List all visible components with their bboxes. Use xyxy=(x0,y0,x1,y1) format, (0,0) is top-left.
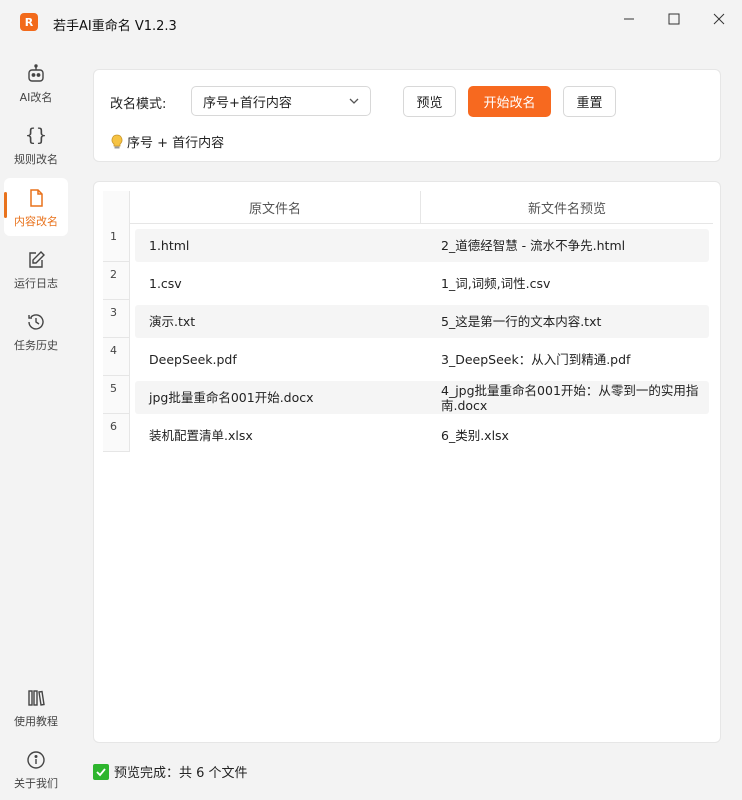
preview-button[interactable]: 预览 xyxy=(403,86,456,117)
table-row[interactable]: 装机配置清单.xlsx 6_类别.xlsx xyxy=(135,419,709,452)
mode-select[interactable]: 序号+首行内容 xyxy=(191,86,371,116)
sidebar-item-label: 使用教程 xyxy=(14,715,58,728)
app-logo: R xyxy=(20,13,38,31)
books-icon xyxy=(28,690,45,706)
mode-hint-text: 序号 + 首行内容 xyxy=(127,136,225,151)
title-bar: R 若手AI重命名 V1.2.3 xyxy=(0,0,742,36)
table-corner xyxy=(103,191,130,224)
mode-hint: 序号 + 首行内容 xyxy=(110,132,224,151)
start-rename-button[interactable]: 开始改名 xyxy=(468,86,551,117)
mode-select-value: 序号+首行内容 xyxy=(203,95,292,111)
active-indicator xyxy=(4,192,7,218)
sidebar-item-label: AI改名 xyxy=(19,91,53,104)
table-row[interactable]: 1.csv 1_词,词频,词性.csv xyxy=(135,267,709,300)
status-text: 预览完成：共 6 个文件 xyxy=(114,766,248,781)
minimize-button[interactable] xyxy=(606,6,652,32)
column-header-new[interactable]: 新文件名预览 xyxy=(421,191,713,224)
original-filename: 演示.txt xyxy=(149,314,196,329)
original-filename: 装机配置清单.xlsx xyxy=(149,428,253,443)
sidebar-item-label: 运行日志 xyxy=(14,277,58,290)
original-filename: jpg批量重命名001开始.docx xyxy=(149,390,314,405)
sidebar-item-run-log[interactable]: 运行日志 xyxy=(4,240,68,298)
new-filename-preview: 6_类别.xlsx xyxy=(441,428,509,443)
table-row[interactable]: jpg批量重命名001开始.docx 4_jpg批量重命名001开始：从零到一的… xyxy=(135,381,709,414)
row-number: 2 xyxy=(103,262,130,300)
column-header-original[interactable]: 原文件名 xyxy=(130,191,421,224)
new-filename-preview: 3_DeepSeek：从入门到精通.pdf xyxy=(441,352,631,367)
new-filename-preview: 1_词,词频,词性.csv xyxy=(441,276,551,291)
original-filename: DeepSeek.pdf xyxy=(149,352,237,367)
robot-icon xyxy=(28,64,44,82)
table-row[interactable]: 1.html 2_道德经智慧 - 流水不争先.html xyxy=(135,229,709,262)
maximize-button[interactable] xyxy=(651,6,697,32)
reset-button[interactable]: 重置 xyxy=(563,86,616,117)
status-bar: 预览完成：共 6 个文件 xyxy=(93,762,248,781)
sidebar-item-task-history[interactable]: 任务历史 xyxy=(4,302,68,360)
close-button[interactable] xyxy=(696,6,742,32)
table-row[interactable]: 演示.txt 5_这是第一行的文本内容.txt xyxy=(135,305,709,338)
row-number: 3 xyxy=(103,300,130,338)
mode-label: 改名模式: xyxy=(110,97,167,112)
row-number: 1 xyxy=(103,224,130,262)
check-icon xyxy=(93,763,109,780)
file-icon xyxy=(30,189,43,207)
new-filename-preview: 2_道德经智慧 - 流水不争先.html xyxy=(441,238,626,253)
minimize-icon xyxy=(624,18,634,20)
edit-icon xyxy=(29,251,45,268)
sidebar-item-tutorial[interactable]: 使用教程 xyxy=(4,678,68,736)
new-filename-preview: 4_jpg批量重命名001开始：从零到一的实用指南.docx xyxy=(441,382,699,413)
table-header: 原文件名 新文件名预览 xyxy=(103,191,713,224)
table-row[interactable]: DeepSeek.pdf 3_DeepSeek：从入门到精通.pdf xyxy=(135,343,709,376)
sidebar-item-rule-rename[interactable]: {} 规则改名 xyxy=(4,116,68,174)
sidebar: AI改名 {} 规则改名 内容改名 运行日志 任务历史 使用教程 关于我们 xyxy=(0,52,72,800)
sidebar-item-label: 关于我们 xyxy=(14,777,58,790)
sidebar-item-label: 内容改名 xyxy=(14,215,58,228)
original-filename: 1.html xyxy=(149,238,190,253)
row-number: 4 xyxy=(103,338,130,376)
row-number: 6 xyxy=(103,414,130,452)
file-table-panel: 原文件名 新文件名预览 1 2 3 4 5 6 1.html 2_道德经智慧 -… xyxy=(93,181,721,743)
new-filename-preview: 5_这是第一行的文本内容.txt xyxy=(441,314,602,329)
info-icon xyxy=(27,751,45,769)
lightbulb-icon xyxy=(111,134,123,148)
sidebar-item-about[interactable]: 关于我们 xyxy=(4,740,68,798)
close-icon xyxy=(713,13,725,25)
sidebar-item-ai-rename[interactable]: AI改名 xyxy=(4,54,68,112)
original-filename: 1.csv xyxy=(149,276,182,291)
sidebar-item-content-rename[interactable]: 内容改名 xyxy=(4,178,68,236)
chevron-down-icon xyxy=(349,98,359,104)
sidebar-item-label: 规则改名 xyxy=(14,153,58,166)
braces-icon: {} xyxy=(25,125,47,146)
rename-mode-panel: 改名模式: 序号+首行内容 预览 开始改名 重置 序号 + 首行内容 xyxy=(93,69,721,162)
maximize-icon xyxy=(668,13,680,25)
row-number: 5 xyxy=(103,376,130,414)
app-title: 若手AI重命名 V1.2.3 xyxy=(53,19,177,34)
sidebar-item-label: 任务历史 xyxy=(14,339,58,352)
history-icon xyxy=(28,314,44,330)
